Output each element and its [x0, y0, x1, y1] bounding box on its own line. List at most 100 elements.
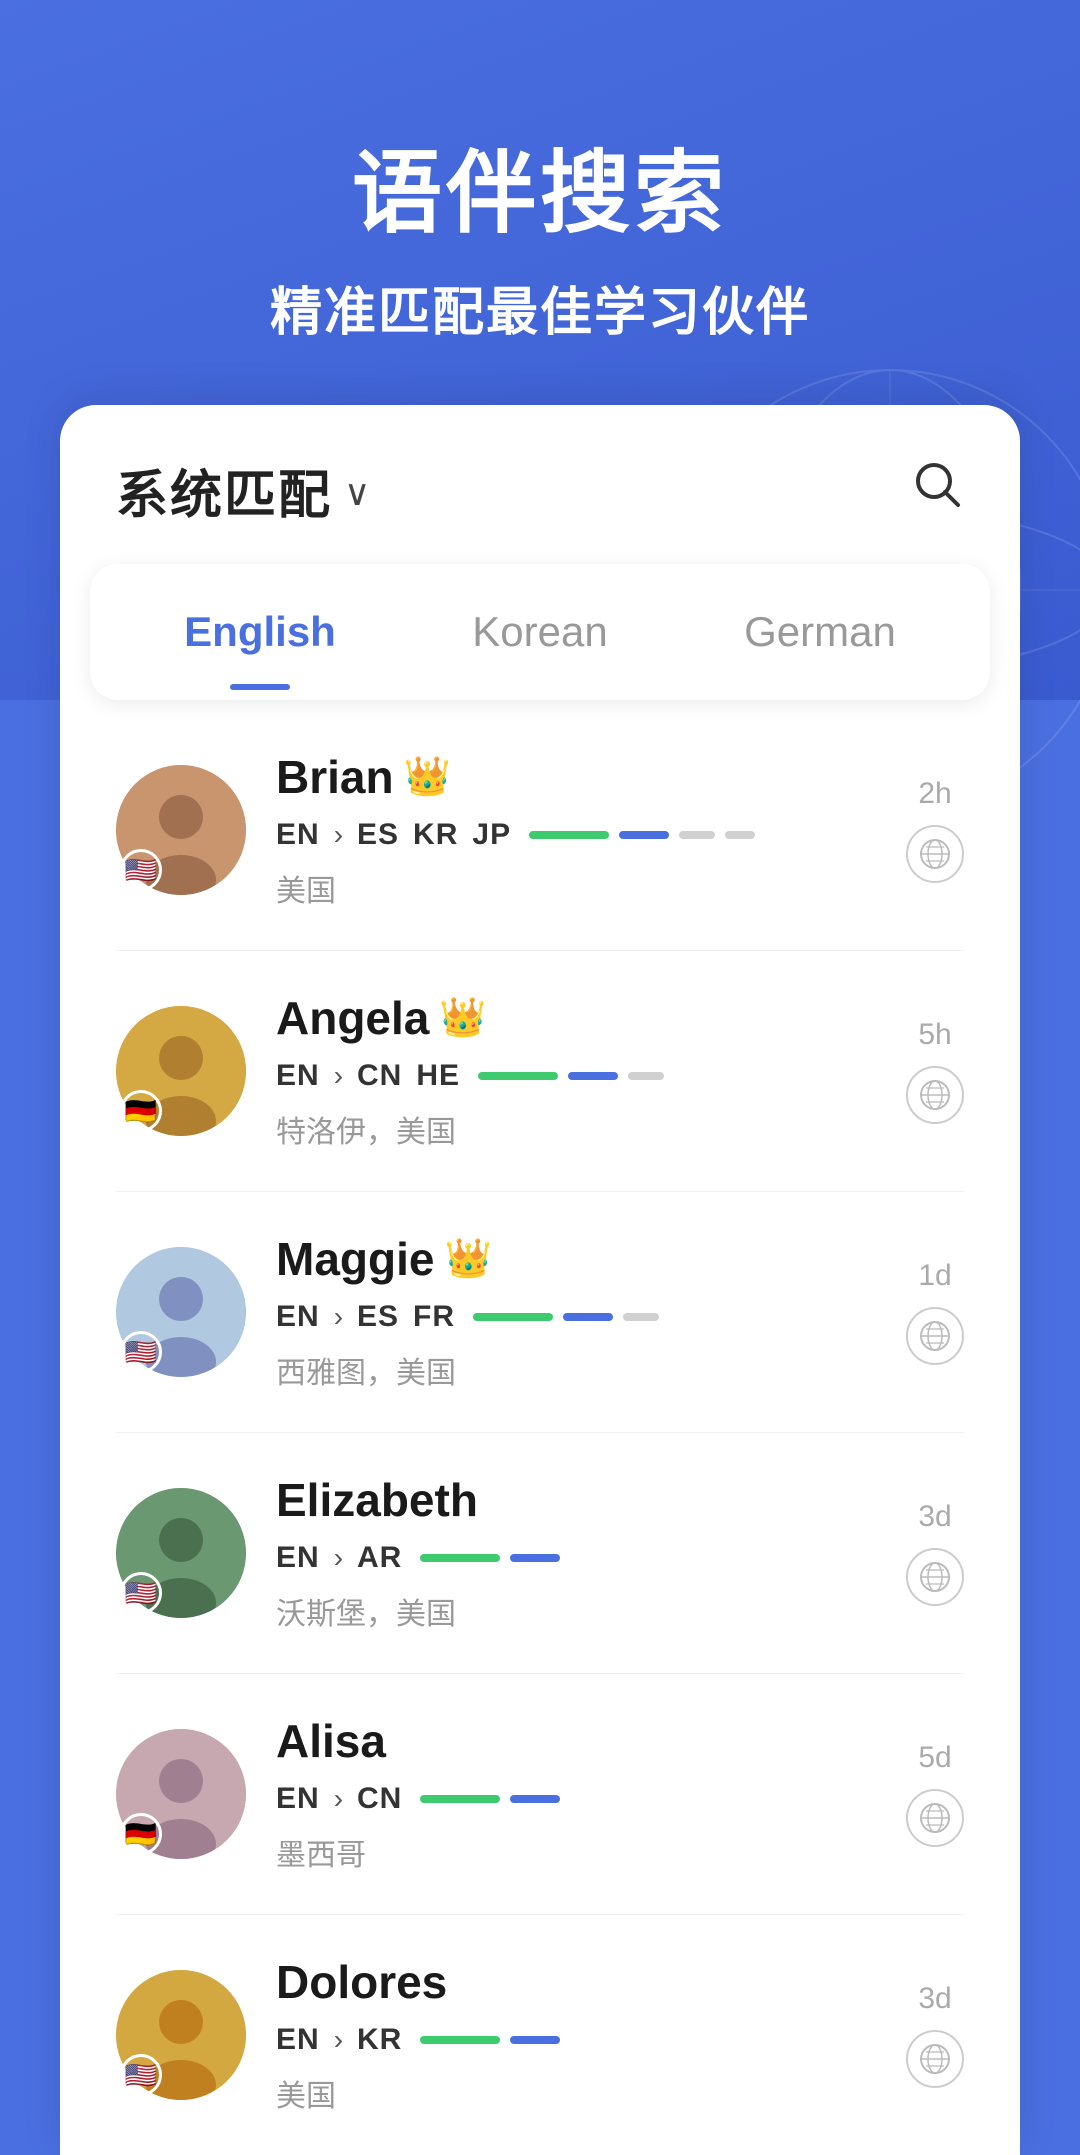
avatar-wrapper: 🇺🇸 — [116, 765, 246, 895]
user-meta: 1d — [906, 1259, 964, 1365]
proficiency-bar — [510, 2036, 560, 2044]
user-info: Angela👑EN›CNHE特洛伊，美国 — [276, 991, 876, 1151]
proficiency-bar — [623, 1313, 659, 1321]
bar-group — [510, 2036, 560, 2044]
arrow-icon: › — [334, 819, 343, 851]
learning-lang: AR — [357, 1541, 402, 1575]
hero-section: 语伴搜索 精准匹配最佳学习伙伴 — [0, 0, 1080, 345]
user-name: Alisa — [276, 1714, 386, 1768]
time-ago: 3d — [918, 1500, 951, 1534]
learning-lang: HE — [416, 1059, 460, 1093]
user-meta: 2h — [906, 777, 964, 883]
learning-lang: KR — [357, 2023, 402, 2057]
connect-button[interactable] — [906, 1066, 964, 1124]
avatar-wrapper: 🇺🇸 — [116, 1488, 246, 1618]
bar-group — [679, 831, 715, 839]
arrow-icon: › — [334, 1542, 343, 1574]
user-location: 美国 — [276, 866, 876, 910]
avatar-wrapper: 🇺🇸 — [116, 1970, 246, 2100]
list-item[interactable]: 🇺🇸DoloresEN›KR美国3d — [116, 1915, 964, 2155]
user-location: 美国 — [276, 2071, 876, 2115]
user-name-row: Angela👑 — [276, 991, 876, 1045]
connect-button[interactable] — [906, 1548, 964, 1606]
connect-button[interactable] — [906, 2030, 964, 2088]
search-button[interactable] — [912, 459, 964, 523]
user-name-row: Elizabeth — [276, 1473, 876, 1527]
avatar-wrapper: 🇩🇪 — [116, 1729, 246, 1859]
user-info: Maggie👑EN›ESFR西雅图，美国 — [276, 1232, 876, 1392]
arrow-icon: › — [334, 1783, 343, 1815]
learning-lang: ES — [357, 818, 399, 852]
time-ago: 5h — [918, 1018, 951, 1052]
bar-group — [510, 1554, 560, 1562]
connect-button[interactable] — [906, 1789, 964, 1847]
user-info: Brian👑EN›ESKRJP美国 — [276, 750, 876, 910]
learning-lang: CN — [357, 1059, 402, 1093]
bar-group — [420, 1795, 500, 1803]
chevron-down-icon: ∨ — [344, 472, 370, 514]
lang-row: EN›AR — [276, 1541, 876, 1575]
list-item[interactable]: 🇩🇪Angela👑EN›CNHE特洛伊，美国5h — [116, 951, 964, 1192]
user-info: AlisaEN›CN墨西哥 — [276, 1714, 876, 1874]
tabs-bar: English Korean German — [90, 564, 990, 700]
proficiency-bars — [420, 1554, 560, 1562]
user-info: DoloresEN›KR美国 — [276, 1955, 876, 2115]
crown-icon: 👑 — [439, 996, 486, 1040]
user-name-row: Brian👑 — [276, 750, 876, 804]
user-name-row: Alisa — [276, 1714, 876, 1768]
hero-subtitle: 精准匹配最佳学习伙伴 — [0, 270, 1080, 345]
user-meta: 3d — [906, 1982, 964, 2088]
flag-badge: 🇺🇸 — [120, 1331, 162, 1373]
list-item[interactable]: 🇩🇪AlisaEN›CN墨西哥5d — [116, 1674, 964, 1915]
hero-title: 语伴搜索 — [0, 120, 1080, 250]
user-name-row: Maggie👑 — [276, 1232, 876, 1286]
bar-group — [420, 2036, 500, 2044]
proficiency-bar — [529, 831, 609, 839]
proficiency-bar — [679, 831, 715, 839]
bar-group — [510, 1795, 560, 1803]
proficiency-bar — [420, 1795, 500, 1803]
time-ago: 3d — [918, 1982, 951, 2016]
user-meta: 5d — [906, 1741, 964, 1847]
native-lang: EN — [276, 1300, 320, 1334]
native-lang: EN — [276, 1059, 320, 1093]
arrow-icon: › — [334, 2024, 343, 2056]
user-location: 墨西哥 — [276, 1830, 876, 1874]
bar-group — [473, 1313, 553, 1321]
proficiency-bar — [420, 1554, 500, 1562]
user-name: Elizabeth — [276, 1473, 478, 1527]
bar-group — [623, 1313, 659, 1321]
learning-lang: JP — [472, 818, 511, 852]
time-ago: 2h — [918, 777, 951, 811]
bar-group — [725, 831, 755, 839]
user-location: 西雅图，美国 — [276, 1348, 876, 1392]
connect-button[interactable] — [906, 825, 964, 883]
proficiency-bars — [473, 1313, 659, 1321]
match-type-selector[interactable]: 系统匹配 ∨ — [116, 453, 370, 528]
arrow-icon: › — [334, 1301, 343, 1333]
tab-german[interactable]: German — [680, 564, 960, 700]
lang-row: EN›ESKRJP — [276, 818, 876, 852]
proficiency-bar — [563, 1313, 613, 1321]
connect-button[interactable] — [906, 1307, 964, 1365]
native-lang: EN — [276, 818, 320, 852]
proficiency-bar — [420, 2036, 500, 2044]
list-item[interactable]: 🇺🇸Maggie👑EN›ESFR西雅图，美国1d — [116, 1192, 964, 1433]
tab-korean[interactable]: Korean — [400, 564, 680, 700]
learning-lang: CN — [357, 1782, 402, 1816]
user-name: Maggie — [276, 1232, 434, 1286]
proficiency-bar — [628, 1072, 664, 1080]
bar-group — [563, 1313, 613, 1321]
bar-group — [420, 1554, 500, 1562]
flag-badge: 🇩🇪 — [120, 1813, 162, 1855]
bar-group — [478, 1072, 558, 1080]
flag-badge: 🇺🇸 — [120, 849, 162, 891]
tab-english[interactable]: English — [120, 564, 400, 700]
flag-badge: 🇺🇸 — [120, 2054, 162, 2096]
list-item[interactable]: 🇺🇸Brian👑EN›ESKRJP美国2h — [116, 710, 964, 951]
learning-lang: ES — [357, 1300, 399, 1334]
lang-row: EN›CN — [276, 1782, 876, 1816]
bar-group — [568, 1072, 618, 1080]
list-item[interactable]: 🇺🇸ElizabethEN›AR沃斯堡，美国3d — [116, 1433, 964, 1674]
bar-group — [619, 831, 669, 839]
